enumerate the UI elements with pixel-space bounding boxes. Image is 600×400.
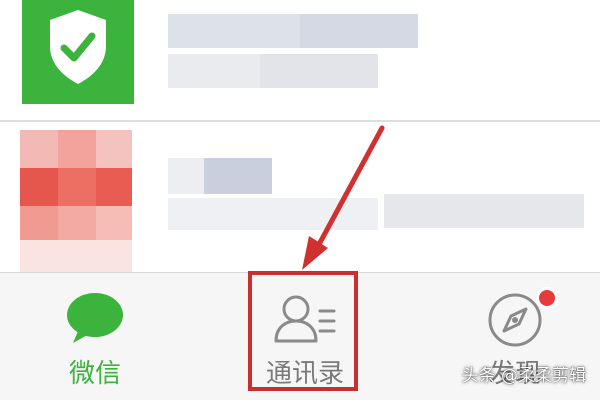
watermark: 头条 @柔柔剪辑 [461, 366, 586, 386]
pointer-arrow [302, 125, 385, 270]
